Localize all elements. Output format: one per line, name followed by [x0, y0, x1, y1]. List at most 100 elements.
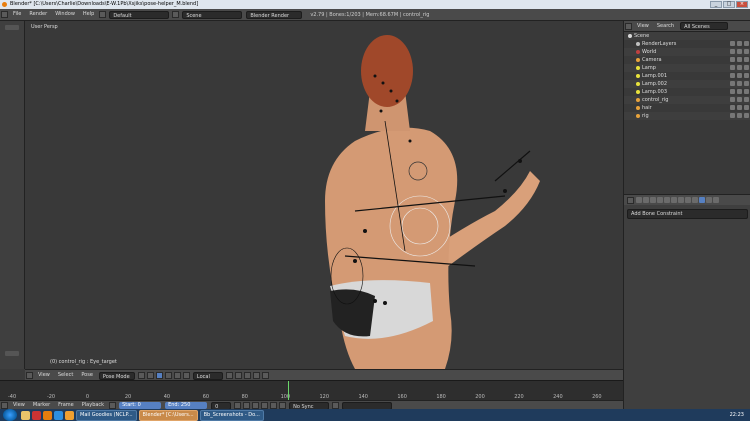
play-reverse-icon[interactable] [252, 402, 260, 409]
cursor-icon[interactable] [737, 113, 742, 118]
app-icon[interactable] [54, 410, 63, 420]
start-button-icon[interactable] [3, 409, 17, 421]
viewport-shading-icon[interactable] [137, 372, 145, 379]
blender-icon[interactable] [43, 410, 52, 420]
scene-tab-icon[interactable] [650, 197, 656, 203]
properties-editor[interactable]: Add Bone Constraint [623, 194, 750, 410]
eye-icon[interactable] [730, 97, 735, 102]
cursor-icon[interactable] [737, 65, 742, 70]
camera-icon[interactable] [744, 57, 749, 62]
start-frame-field[interactable]: Start: 0 [119, 402, 162, 409]
translate-icon[interactable] [164, 372, 172, 379]
tool-shelf[interactable] [0, 21, 25, 369]
rotate-icon[interactable] [173, 372, 181, 379]
editor-type-icon[interactable] [625, 22, 632, 30]
editor-type-icon[interactable] [26, 372, 33, 379]
screen-layout-field[interactable]: Default [109, 10, 170, 19]
close-button[interactable]: × [736, 1, 748, 8]
scale-icon[interactable] [182, 372, 190, 379]
menu-render[interactable]: Render [25, 9, 51, 20]
menu-search[interactable]: Search [653, 21, 678, 32]
taskbar-button[interactable]: Bb_Screenshots - Do... [199, 409, 264, 421]
eye-icon[interactable] [730, 57, 735, 62]
camera-icon[interactable] [744, 113, 749, 118]
camera-icon[interactable] [744, 105, 749, 110]
taskbar-button[interactable]: Mail Goodies (NCLP... [76, 409, 137, 421]
cursor-icon[interactable] [737, 57, 742, 62]
texture-tab-icon[interactable] [713, 197, 719, 203]
data-tab-icon[interactable] [685, 197, 691, 203]
scene-icon[interactable] [172, 11, 180, 18]
menu-window[interactable]: Window [51, 9, 79, 20]
preview-range-icon[interactable] [109, 402, 117, 409]
cursor-icon[interactable] [737, 49, 742, 54]
eye-icon[interactable] [730, 73, 735, 78]
3d-viewport[interactable]: User Persp (0) control_rig : Eye_target [25, 21, 623, 369]
end-frame-field[interactable]: End: 250 [165, 402, 208, 409]
menu-view[interactable]: View [633, 21, 653, 32]
camera-icon[interactable] [744, 49, 749, 54]
outliner-item[interactable]: World [624, 48, 750, 56]
layer-icon[interactable] [225, 372, 233, 379]
modifiers-tab-icon[interactable] [678, 197, 684, 203]
render-engine-select[interactable]: Blender Render [246, 10, 303, 19]
outliner-item[interactable]: Lamp.002 [624, 80, 750, 88]
editor-type-icon[interactable] [627, 196, 634, 204]
manipulator-icon[interactable] [155, 372, 163, 379]
record-icon[interactable] [332, 402, 340, 409]
mode-select[interactable]: Pose Mode [98, 371, 135, 380]
outliner-item[interactable]: Lamp [624, 64, 750, 72]
browser-icon[interactable] [32, 410, 41, 420]
bone-tab-icon[interactable] [692, 197, 698, 203]
cursor-icon[interactable] [737, 97, 742, 102]
jump-start-icon[interactable] [234, 402, 242, 409]
play-icon[interactable] [261, 402, 269, 409]
eye-icon[interactable] [730, 41, 735, 46]
outliner-item[interactable]: Lamp.001 [624, 72, 750, 80]
next-keyframe-icon[interactable] [270, 402, 278, 409]
eye-icon[interactable] [730, 65, 735, 70]
maximize-button[interactable]: □ [723, 1, 735, 8]
camera-icon[interactable] [744, 65, 749, 70]
snap-icon[interactable] [261, 372, 269, 379]
cursor-icon[interactable] [737, 105, 742, 110]
material-tab-icon[interactable] [706, 197, 712, 203]
cursor-icon[interactable] [737, 41, 742, 46]
add-bone-constraint-button[interactable]: Add Bone Constraint [627, 209, 748, 219]
timeline[interactable]: -40 -20 0 20 40 60 80 100 120 140 160 180 200 220 240 2… [0, 380, 623, 401]
cursor-icon[interactable] [737, 73, 742, 78]
prev-keyframe-icon[interactable] [243, 402, 251, 409]
eye-icon[interactable] [730, 113, 735, 118]
camera-icon[interactable] [744, 89, 749, 94]
outliner-item[interactable]: control_rig [624, 96, 750, 104]
camera-icon[interactable] [744, 73, 749, 78]
outliner-item[interactable]: rig [624, 112, 750, 120]
menu-file[interactable]: File [9, 9, 25, 20]
constraints-tab-icon[interactable] [671, 197, 677, 203]
cursor-icon[interactable] [737, 81, 742, 86]
outliner-item[interactable]: RenderLayers [624, 40, 750, 48]
panel-grip-icon[interactable] [5, 351, 19, 356]
app-icon[interactable] [65, 410, 74, 420]
pivot-point-icon[interactable] [146, 372, 154, 379]
bone-constraint-tab-icon[interactable] [699, 197, 705, 203]
eye-icon[interactable] [730, 89, 735, 94]
minimize-button[interactable]: _ [710, 1, 722, 8]
panel-grip-icon[interactable] [5, 25, 19, 30]
pose-paste-icon[interactable] [252, 372, 260, 379]
object-tab-icon[interactable] [664, 197, 670, 203]
cursor-icon[interactable] [737, 89, 742, 94]
jump-end-icon[interactable] [279, 402, 287, 409]
outliner-item[interactable]: hair [624, 104, 750, 112]
outliner-item[interactable]: Scene [624, 32, 750, 40]
camera-icon[interactable] [744, 81, 749, 86]
transform-orientation-select[interactable]: Local [192, 371, 223, 380]
playhead[interactable] [288, 381, 289, 401]
eye-icon[interactable] [730, 49, 735, 54]
pose-copy-icon[interactable] [243, 372, 251, 379]
outliner-item[interactable]: Lamp.003 [624, 88, 750, 96]
display-mode-select[interactable]: All Scenes [680, 22, 729, 30]
world-tab-icon[interactable] [657, 197, 663, 203]
editor-type-icon[interactable] [1, 402, 8, 409]
eye-icon[interactable] [730, 81, 735, 86]
